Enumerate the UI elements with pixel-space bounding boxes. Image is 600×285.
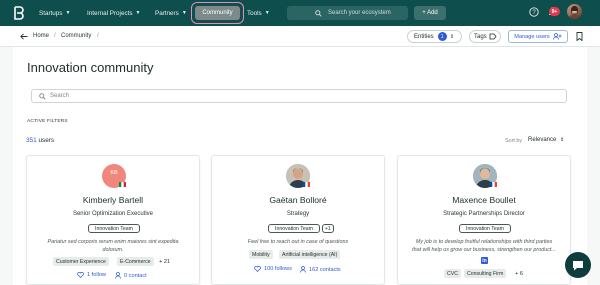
add-button[interactable]: + Add (414, 6, 446, 20)
follow-count-label: 100 follows (264, 266, 292, 272)
breadcrumb-home[interactable]: Home (33, 33, 49, 39)
user-card[interactable]: Gaëtan Bolloré Strategy Innovation Team … (211, 155, 385, 285)
tags-filter[interactable]: Tags (469, 30, 501, 43)
tags-label: Tags (474, 33, 487, 40)
user-name[interactable]: Kimberly Bartell (27, 195, 199, 205)
nav-internal-projects-label: Internal Projects (87, 9, 133, 17)
nav-partners[interactable]: Partners ▼ (155, 0, 187, 26)
user-card[interactable]: Maxence Boullet Strategic Partnerships D… (397, 155, 571, 285)
chevron-updown-icon: ⇕ (560, 137, 565, 143)
community-search-placeholder: Search (50, 93, 70, 99)
back-arrow-icon[interactable] (20, 33, 28, 40)
manage-users-button[interactable]: Manage users (508, 30, 568, 43)
user-bio-line: Pariatur sed corporis rerum enim maiores… (47, 239, 179, 245)
global-search-placeholder: Search your ecosystem (328, 10, 391, 16)
user-role: Strategic Partnerships Director (443, 211, 525, 217)
chevron-down-icon: ▼ (65, 10, 71, 16)
breadcrumb-separator: / (54, 33, 56, 39)
follow-count[interactable]: 1 follow (77, 272, 106, 278)
team-badge: Innovation Team (459, 224, 511, 233)
more-tags[interactable]: + 6 (515, 271, 523, 277)
heart-icon (254, 266, 261, 272)
entities-label: Entities (414, 33, 434, 40)
follow-count-label: 1 follow (87, 272, 106, 278)
app-logo-icon[interactable] (13, 6, 25, 20)
follow-count[interactable]: 100 follows (254, 266, 292, 272)
more-tags[interactable]: + 21 (159, 259, 170, 265)
team-badge: Innovation Team (88, 224, 140, 233)
user-bio: Feel free to reach out in case of questi… (212, 238, 384, 246)
user-bio: Pariatur sed corporis rerum enim maiores… (27, 238, 199, 254)
flag-icon (490, 182, 497, 187)
user-role: Strategy (286, 211, 310, 217)
user-bio-line: that will help us grow our business, str… (412, 247, 556, 253)
nav-community[interactable]: Community (191, 2, 244, 24)
contact-count-label: 162 contacts (309, 266, 341, 273)
breadcrumb-separator: / (97, 33, 99, 39)
linkedin-icon[interactable]: in (481, 257, 488, 264)
user-role: Senior Optimization Executive (72, 211, 154, 217)
tag-chip: CVC (444, 269, 461, 278)
user-name[interactable]: Gaëtan Bolloré (212, 195, 384, 205)
entities-filter[interactable]: Entities 1 ⇕ (407, 30, 462, 43)
tag-chip: Customer Experience (53, 257, 109, 266)
chat-icon (573, 260, 583, 270)
contact-count[interactable]: 162 contacts (300, 266, 341, 273)
contact-count[interactable]: 0 contact (115, 272, 147, 279)
nav-partners-label: Partners (155, 9, 179, 17)
chevron-down-icon: ▼ (181, 10, 187, 16)
notification-badge: 9+ (549, 7, 560, 16)
sort-label: Sort by (505, 138, 523, 144)
flag-icon (303, 182, 310, 187)
svg-text:?: ? (532, 10, 536, 16)
manage-users-label: Manage users (514, 33, 550, 40)
user-bio-line: dolorum. (102, 247, 124, 253)
sort-value: Relevance (528, 137, 557, 143)
nav-internal-projects[interactable]: Internal Projects ▼ (87, 0, 140, 26)
user-count-number: 351 (26, 137, 37, 144)
user-name[interactable]: Maxence Boullet (398, 195, 570, 205)
team-badge: Innovation Team (268, 224, 320, 233)
chevron-updown-icon: ⇕ (449, 33, 454, 40)
chat-button[interactable] (565, 252, 591, 278)
contact-count-label: 0 contact (124, 272, 147, 279)
user-bio-line: My job is to develop fruitful relationsh… (415, 239, 553, 245)
nav-startups[interactable]: Startups ▼ (39, 0, 70, 26)
page-title: Innovation community (27, 60, 154, 75)
active-filters-label: ACTIVE FILTERS (27, 119, 68, 124)
user-bio: My job is to develop fruitful relationsh… (398, 238, 570, 254)
user-avatar[interactable] (567, 4, 582, 19)
entities-count: 1 (437, 32, 447, 41)
nav-startups-label: Startups (39, 9, 63, 17)
more-teams[interactable]: +1 (322, 224, 334, 233)
add-user-icon (552, 33, 562, 40)
chevron-down-icon: ▼ (264, 10, 270, 16)
nav-community-label: Community (195, 6, 240, 20)
person-icon (300, 266, 306, 273)
sort-select[interactable]: Relevance ⇕ (528, 137, 564, 143)
chevron-down-icon: ▼ (135, 10, 141, 16)
user-count-suffix: users (38, 137, 55, 144)
user-bio-line: Feel free to reach out in case of questi… (247, 239, 349, 245)
community-search-input[interactable]: Search (31, 89, 567, 103)
tag-chip: Artificial intelligence (AI) (279, 250, 341, 259)
tag-chip: Mobility (249, 250, 273, 259)
breadcrumb-community[interactable]: Community (61, 33, 91, 39)
bookmark-icon[interactable] (576, 32, 583, 41)
tag-chip: E-Commerce (117, 257, 154, 266)
search-icon (315, 9, 322, 17)
help-icon[interactable]: ? (529, 7, 539, 17)
flag-icon (119, 182, 126, 187)
global-search-input[interactable]: Search your ecosystem (287, 6, 408, 20)
user-count: 351 users (26, 137, 54, 144)
search-icon (39, 92, 46, 100)
heart-icon (77, 272, 84, 278)
person-icon (115, 272, 121, 279)
nav-tools-label: Tools (247, 9, 262, 17)
tag-icon (489, 33, 497, 40)
user-card[interactable]: KB Kimberly Bartell Senior Optimization … (26, 155, 200, 285)
nav-tools[interactable]: Tools ▼ (247, 0, 270, 26)
tag-chip: Consulting Firm (464, 269, 507, 278)
avatar-initials: KB (110, 170, 118, 176)
